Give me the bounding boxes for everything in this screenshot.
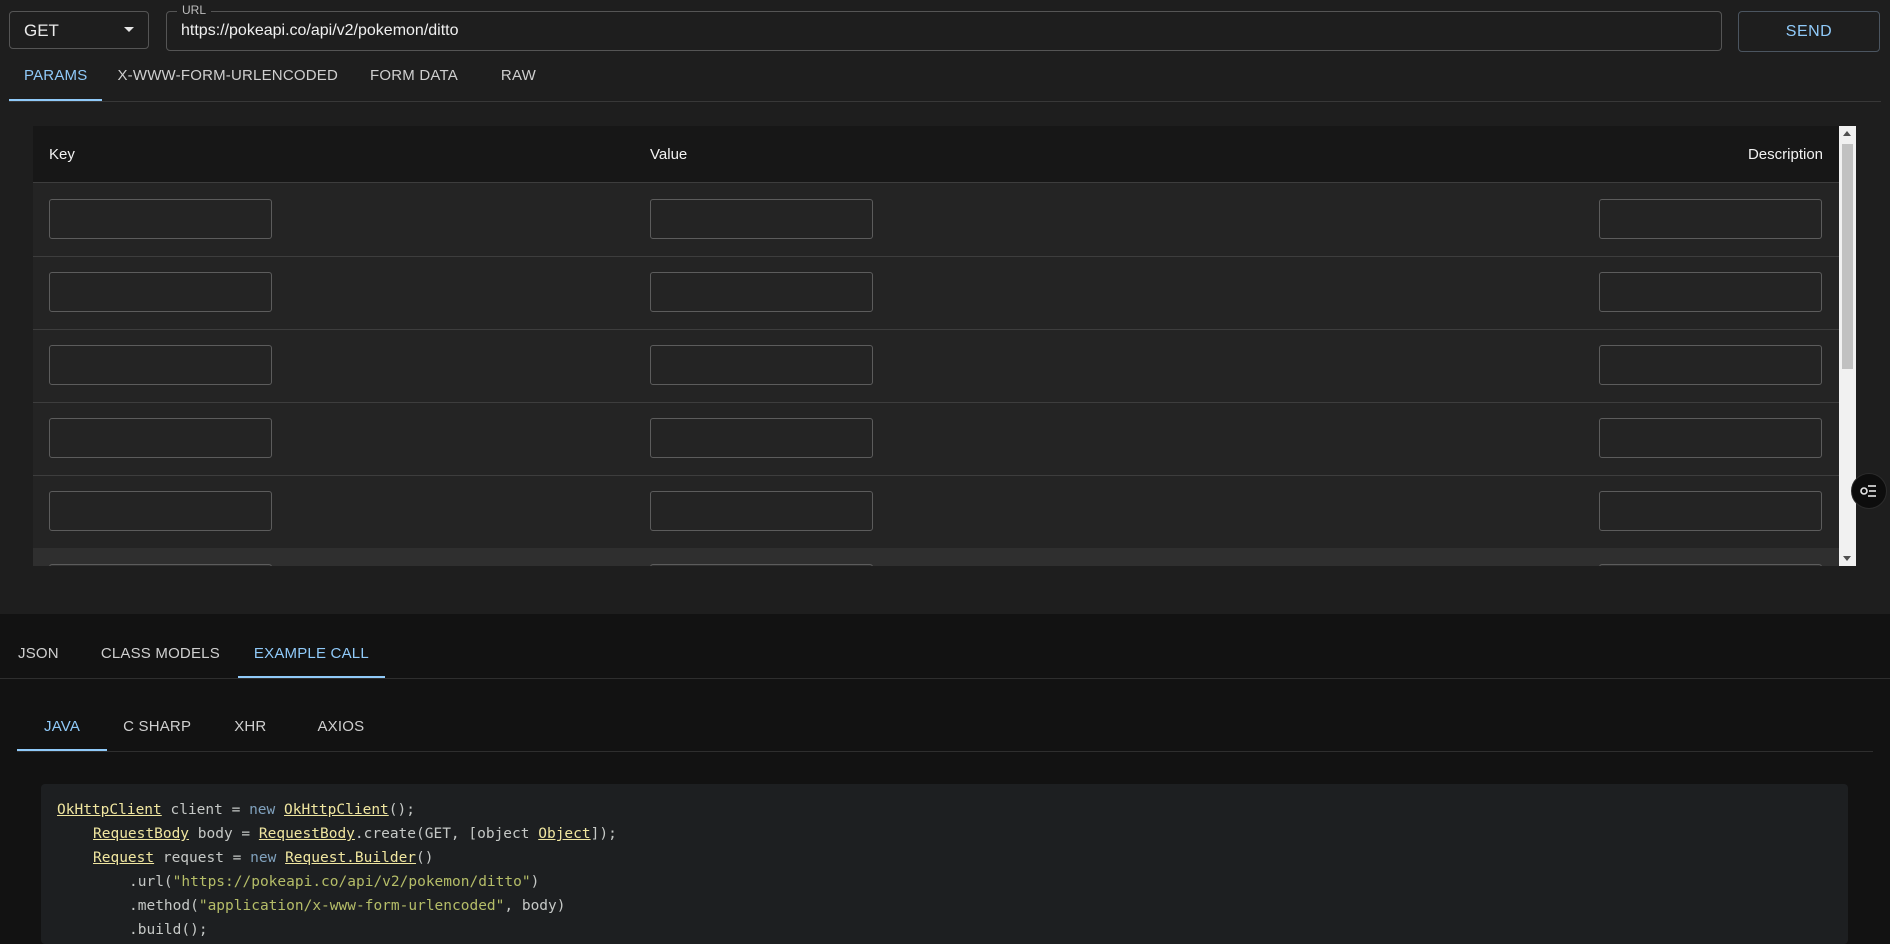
table-row [33,256,1839,330]
method-value: GET [24,21,59,40]
code-line: OkHttpClient client = new OkHttpClient()… [57,802,415,818]
code-text: .create(GET, [object [354,826,539,842]
code-type: RequestBody [93,826,190,842]
code-text: , body) [504,898,566,914]
language-tabs: JAVA C SHARP XHR AXIOS [17,706,1873,752]
code-keyword: new [250,850,277,866]
description-input[interactable] [1599,418,1822,458]
code-line: .method("application/x-www-form-urlencod… [129,898,566,914]
code-text: body = [189,826,259,842]
tab-json[interactable]: JSON [0,633,77,678]
send-button[interactable]: SEND [1738,11,1880,52]
table-row [33,183,1839,257]
header-description: Description [1747,146,1823,163]
code-line: Request request = new Request.Builder() [93,850,434,866]
tab-xhr[interactable]: XHR [207,706,293,751]
value-input[interactable] [650,491,873,531]
value-input[interactable] [650,199,873,239]
code-type: Request.Builder [285,850,417,866]
code-text: .build(); [129,922,208,938]
key-input[interactable] [49,199,272,239]
params-table: Key Value Description [33,126,1856,566]
code-line: .build(); [129,922,208,938]
code-text: () [416,850,434,866]
code-type: Object [538,826,591,842]
code-block: OkHttpClient client = new OkHttpClient()… [41,784,1848,944]
tab-raw[interactable]: RAW [473,58,551,101]
code-text: ]); [590,826,617,842]
code-text: ) [530,874,540,890]
code-keyword: new [249,802,276,818]
tab-example-call[interactable]: EXAMPLE CALL [237,633,385,678]
table-row [33,329,1839,403]
scrollbar-thumb[interactable] [1842,144,1853,369]
code-string: "application/x-www-form-urlencoded" [198,898,505,914]
code-type: Request [93,850,155,866]
code-string: "https://pokeapi.co/api/v2/pokemon/ditto… [172,874,531,890]
code-type: OkHttpClient [284,802,389,818]
description-input[interactable] [1599,491,1822,531]
table-row [33,475,1839,549]
code-text: .method( [129,898,199,914]
value-input[interactable] [650,345,873,385]
table-header: Key Value Description [33,126,1839,183]
code-text: request = [154,850,251,866]
tab-axios[interactable]: AXIOS [293,706,388,751]
code-text: .url( [129,874,173,890]
tab-x-www-form-urlencoded[interactable]: X-WWW-FORM-URLENCODED [102,58,353,101]
code-line: .url("https://pokeapi.co/api/v2/pokemon/… [129,874,539,890]
description-input[interactable] [1599,345,1822,385]
filter-list-icon [1860,485,1876,497]
key-input[interactable] [49,418,272,458]
key-input[interactable] [49,272,272,312]
code-text: client = [161,802,250,818]
scroll-up-icon[interactable] [1843,131,1851,136]
key-input[interactable] [49,345,272,385]
key-input[interactable] [49,564,272,566]
code-line: RequestBody body = RequestBody.create(GE… [93,826,617,842]
header-value: Value [650,146,688,163]
filter-list-button[interactable] [1851,473,1887,509]
value-input[interactable] [650,418,873,458]
code-type: OkHttpClient [57,802,162,818]
url-label: URL [177,3,212,17]
code-type: RequestBody [258,826,355,842]
description-input[interactable] [1599,272,1822,312]
code-text: (); [388,802,415,818]
value-input[interactable] [650,272,873,312]
result-tabs: JSON CLASS MODELS EXAMPLE CALL [0,633,1890,679]
table-row [33,402,1839,476]
url-input[interactable]: https://pokeapi.co/api/v2/pokemon/ditto [181,22,459,40]
method-select[interactable]: GET [9,11,149,49]
tab-form-data[interactable]: FORM DATA [353,58,473,101]
header-key: Key [49,146,75,163]
description-input[interactable] [1599,199,1822,239]
table-row [33,548,1839,566]
tab-class-models[interactable]: CLASS MODELS [77,633,238,678]
key-input[interactable] [49,491,272,531]
value-input[interactable] [650,564,873,566]
description-input[interactable] [1599,564,1822,566]
url-field[interactable]: URL https://pokeapi.co/api/v2/pokemon/di… [166,3,1722,51]
caret-down-icon [124,27,134,32]
param-tabs: PARAMS X-WWW-FORM-URLENCODED FORM DATA R… [9,58,1881,102]
tab-c-sharp[interactable]: C SHARP [107,706,207,751]
tab-java[interactable]: JAVA [17,706,108,751]
scroll-down-icon[interactable] [1843,556,1851,561]
tab-params[interactable]: PARAMS [9,58,103,101]
